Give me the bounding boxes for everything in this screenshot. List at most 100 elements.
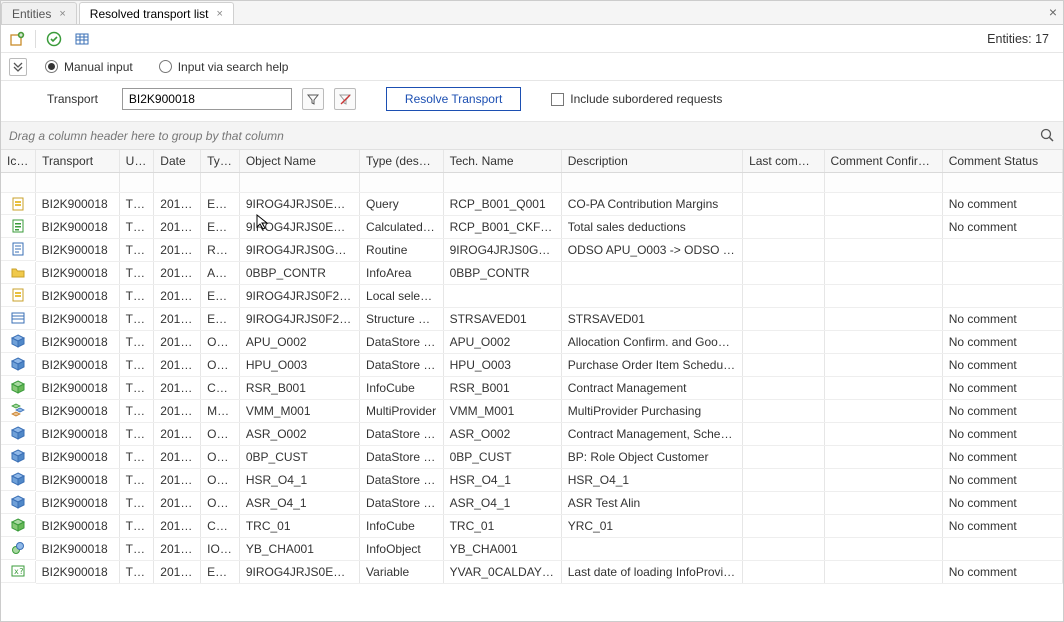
col-type-desc[interactable]: Type (descrip... [360,150,444,173]
cell-description [561,285,742,308]
col-user[interactable]: User [119,150,154,173]
results-table-wrap[interactable]: Icon Transport User Date Type Object Nam… [1,150,1063,620]
cell-last-comment [743,216,824,239]
table-row[interactable]: BI2K900018TS...20190...ELEM9IROG4JRJS0EY… [1,193,1063,216]
cell-type: OD... [201,331,240,354]
cell-transport: BI2K900018 [36,400,120,423]
cell-transport: BI2K900018 [36,262,120,285]
include-subordered-checkbox[interactable]: Include subordered requests [551,92,722,106]
table-row[interactable]: BI2K900018TS...20190...ELEM9IROG4JRJS0F2… [1,285,1063,308]
col-comment-status[interactable]: Comment Status [942,150,1062,173]
radio-manual-input[interactable]: Manual input [45,60,133,74]
cell-last-comment [743,285,824,308]
col-description[interactable]: Description [561,150,742,173]
cell-comment-confirmation [824,492,942,515]
cell-transport: BI2K900018 [36,239,120,262]
cell-user: TS... [119,377,154,400]
cell-type-desc: Variable [360,561,444,584]
cell-user: TS... [119,262,154,285]
cell-comment-status [942,262,1062,285]
cell-comment-confirmation [824,354,942,377]
table-filter-row[interactable] [1,173,1063,193]
row-icon [1,515,36,537]
tab-resolved-transport-list[interactable]: Resolved transport list × [79,2,234,24]
close-icon[interactable]: × [217,8,223,20]
cell-description: ODSO APU_O003 -> ODSO HPU... [561,239,742,262]
cell-description: MultiProvider Purchasing [561,400,742,423]
cell-type: AREA [201,262,240,285]
cell-object-name: YB_CHA001 [239,538,359,561]
group-by-hint[interactable]: Drag a column header here to group by th… [1,122,1063,150]
cell-date: 20190... [154,423,201,446]
cell-last-comment [743,446,824,469]
checkbox-label: Include subordered requests [570,92,722,106]
run-check-button[interactable] [44,29,64,49]
row-icon [1,308,36,330]
table-row[interactable]: BI2K900018TS...20190...AREA0BBP_CONTRInf… [1,262,1063,285]
table-row[interactable]: BI2K900018TS...20190...OD...0BP_CUSTData… [1,446,1063,469]
close-all-icon[interactable]: × [1049,4,1057,20]
cell-user: TS... [119,216,154,239]
cell-transport: BI2K900018 [36,469,120,492]
table-row[interactable]: BI2K900018TS...20190...OD...HPU_O003Data… [1,354,1063,377]
cell-comment-status: No comment [942,377,1062,400]
cell-last-comment [743,400,824,423]
table-row[interactable]: BI2K900018TS...20190...CUBETRC_01InfoCub… [1,515,1063,538]
table-row[interactable]: BI2K900018TS...20190...OD...ASR_O4_1Data… [1,492,1063,515]
col-icon[interactable]: Icon [1,150,36,173]
cell-comment-confirmation [824,469,942,492]
filter-button[interactable] [302,88,324,110]
cell-comment-confirmation [824,331,942,354]
table-row[interactable]: BI2K900018TS...20190...MP...VMM_M001Mult… [1,400,1063,423]
table-row[interactable]: BI2K900018TS...20190...CUBERSR_B001InfoC… [1,377,1063,400]
tab-entities[interactable]: Entities × [1,2,77,24]
col-comment-confirmation[interactable]: Comment Confirmation [824,150,942,173]
cell-comment-confirmation [824,308,942,331]
table-row[interactable]: BI2K900018TS...20190...OD...HSR_O4_1Data… [1,469,1063,492]
cell-object-name: TRC_01 [239,515,359,538]
clear-filter-button[interactable] [334,88,356,110]
row-icon [1,492,36,514]
close-icon[interactable]: × [59,8,65,20]
table-row[interactable]: BI2K900018TS...20190...OD...ASR_O002Data… [1,423,1063,446]
table-row[interactable]: BI2K900018TS...20190...ELEM9IROG4JRJS0F2… [1,308,1063,331]
cell-date: 20190... [154,515,201,538]
cell-type-desc: InfoCube [360,515,444,538]
grid-settings-button[interactable] [72,29,92,49]
cell-object-name: 0BP_CUST [239,446,359,469]
cell-object-name: ASR_O4_1 [239,492,359,515]
toolbar: Entities: 17 [1,25,1063,53]
add-entity-button[interactable] [7,29,27,49]
transport-input[interactable] [122,88,292,110]
search-mode-row: Manual input Input via search help [1,53,1063,81]
col-object-name[interactable]: Object Name [239,150,359,173]
cell-object-name: 0BBP_CONTR [239,262,359,285]
tab-bar: Entities × Resolved transport list × × [1,1,1063,25]
table-row[interactable]: BI2K900018TS...20190...IOBJYB_CHA001Info… [1,538,1063,561]
cell-type-desc: Structure ele... [360,308,444,331]
cell-description [561,538,742,561]
radio-search-help[interactable]: Input via search help [159,60,289,74]
cell-date: 20190... [154,193,201,216]
checkbox-icon [551,93,564,106]
col-type[interactable]: Type [201,150,240,173]
cell-comment-status: No comment [942,331,1062,354]
cell-tech-name [443,285,561,308]
cell-tech-name: HSR_O4_1 [443,469,561,492]
col-transport[interactable]: Transport [36,150,120,173]
col-last-comment[interactable]: Last commenti... [743,150,824,173]
cell-object-name: RSR_B001 [239,377,359,400]
table-row[interactable]: BI2K900018TS...20190...OD...APU_O002Data… [1,331,1063,354]
cell-last-comment [743,538,824,561]
table-row[interactable]: BI2K900018TS...20190...ELEM9IROG4JRJS0EY… [1,216,1063,239]
collapse-toggle[interactable] [9,58,27,76]
search-icon[interactable] [1039,127,1055,143]
resolve-transport-button[interactable]: Resolve Transport [386,87,521,111]
cell-tech-name: RCP_B001_CKF001 [443,216,561,239]
cell-description: Contract Management, Schedule ... [561,423,742,446]
cell-type: OD... [201,423,240,446]
table-row[interactable]: BI2K900018TS...20190...RO...9IROG4JRJS0G… [1,239,1063,262]
col-date[interactable]: Date [154,150,201,173]
col-tech-name[interactable]: Tech. Name [443,150,561,173]
table-row[interactable]: x?BI2K900018TS...20190...ELEM9IROG4JRJS0… [1,561,1063,584]
